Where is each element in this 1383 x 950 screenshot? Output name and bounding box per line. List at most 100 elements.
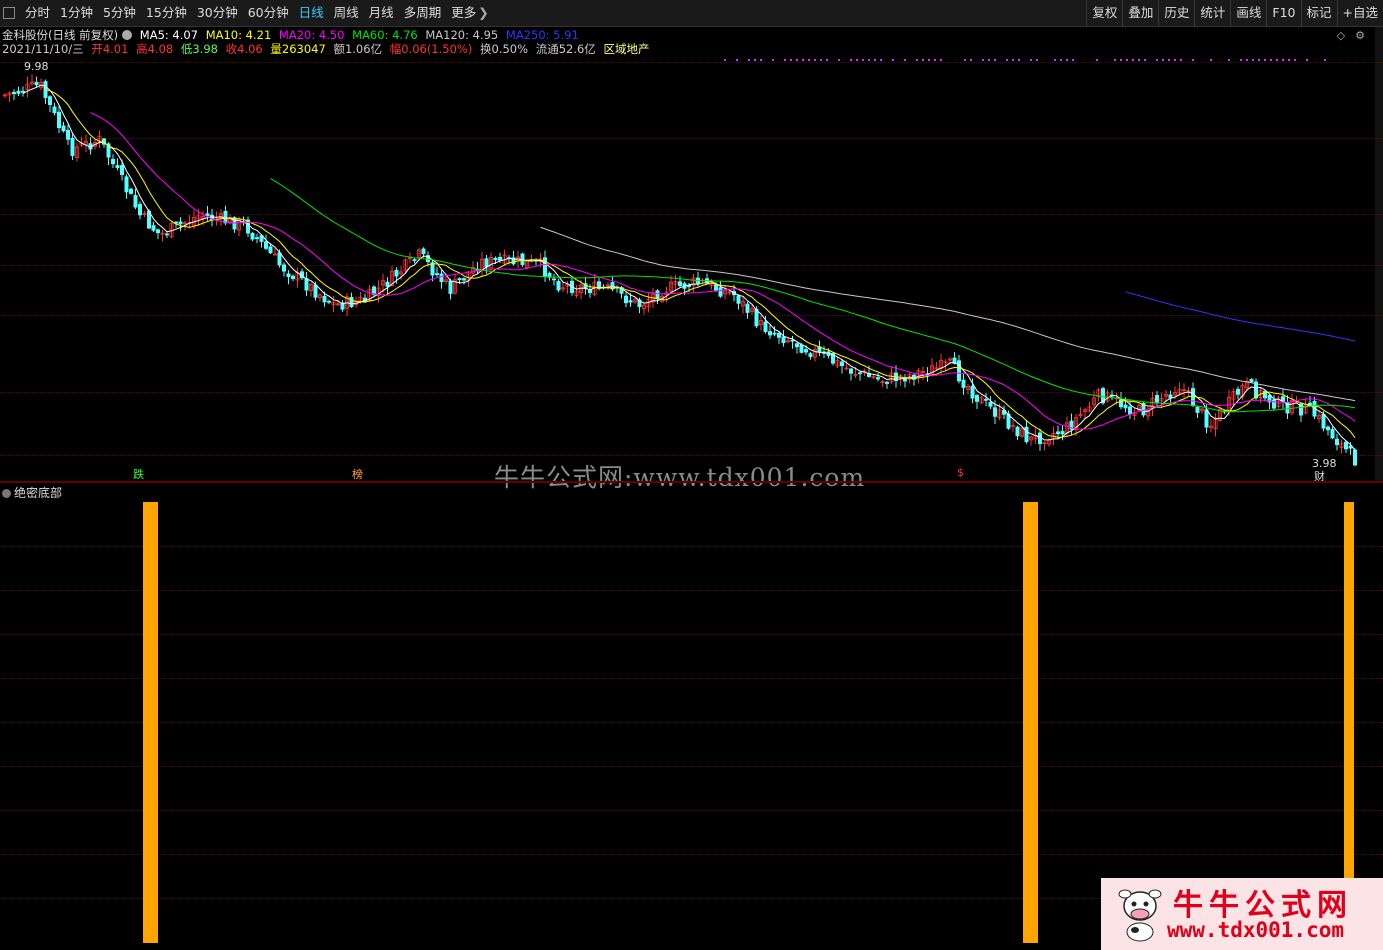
candle-body bbox=[1195, 406, 1200, 413]
chevron-down-icon[interactable] bbox=[2, 489, 11, 498]
candle-body bbox=[768, 331, 773, 336]
candle-body bbox=[1353, 449, 1358, 466]
candle-body bbox=[34, 81, 39, 86]
signal-bar bbox=[1344, 502, 1354, 943]
signal-dot bbox=[1270, 59, 1272, 61]
candle-body bbox=[1060, 431, 1065, 435]
candle-body bbox=[223, 210, 228, 224]
candle-body bbox=[394, 270, 399, 277]
signal-dot bbox=[1288, 59, 1290, 61]
candle-body bbox=[957, 360, 962, 382]
candle-body bbox=[286, 273, 291, 277]
candle-body bbox=[790, 339, 795, 342]
indicator-title[interactable]: 绝密底部 bbox=[2, 484, 62, 501]
signal-dot bbox=[1306, 59, 1308, 61]
moving-average-line bbox=[90, 112, 1356, 430]
signal-dot bbox=[1228, 59, 1230, 61]
grid-line bbox=[0, 678, 1383, 679]
cow-mascot-icon bbox=[1118, 889, 1162, 942]
candle-body bbox=[421, 248, 426, 255]
candle-body bbox=[326, 300, 331, 303]
candle-body bbox=[984, 398, 989, 401]
logo-url: www.tdx001.com bbox=[1167, 918, 1345, 942]
signal-dot bbox=[748, 59, 750, 61]
candle-body bbox=[1326, 426, 1331, 431]
candle-body bbox=[1024, 426, 1029, 443]
signal-dot bbox=[880, 59, 882, 61]
moving-average-line bbox=[270, 178, 1356, 413]
candle-body bbox=[970, 385, 975, 399]
event-marker-bang[interactable]: 榜 bbox=[352, 466, 363, 482]
signal-dot bbox=[1126, 59, 1128, 61]
signal-dot bbox=[988, 59, 990, 61]
signal-dot bbox=[994, 59, 996, 61]
signal-dot bbox=[1246, 59, 1248, 61]
candle-body bbox=[543, 257, 548, 277]
candle-body bbox=[57, 111, 62, 129]
candle-body bbox=[304, 278, 309, 291]
candle-body bbox=[799, 344, 804, 353]
candle-body bbox=[988, 402, 993, 407]
watermark-text: 牛牛公式网:www.tdx001.com bbox=[494, 463, 866, 492]
candle-body bbox=[840, 361, 845, 367]
event-marker-dollar[interactable]: $ bbox=[957, 466, 964, 479]
signal-bar bbox=[1023, 502, 1038, 943]
signal-dot bbox=[922, 59, 924, 61]
indicator-name: 绝密底部 bbox=[14, 486, 63, 500]
candle-body bbox=[975, 394, 980, 402]
candle-body bbox=[322, 295, 327, 303]
candle-body bbox=[250, 233, 255, 240]
candle-body bbox=[430, 262, 435, 276]
candle-body bbox=[795, 343, 800, 348]
candle-body bbox=[439, 273, 444, 283]
signal-dot bbox=[1138, 59, 1140, 61]
signal-dot bbox=[1180, 59, 1182, 61]
grid-line bbox=[0, 634, 1383, 635]
candle-body bbox=[1335, 438, 1340, 446]
signal-dot bbox=[1264, 59, 1266, 61]
moving-average-line bbox=[540, 226, 1356, 402]
signal-dot bbox=[784, 59, 786, 61]
candle-body bbox=[655, 290, 660, 299]
signal-dot bbox=[754, 59, 756, 61]
signal-dot bbox=[1054, 59, 1056, 61]
candle-body bbox=[745, 303, 750, 313]
candle-body bbox=[804, 349, 809, 353]
signal-dot bbox=[814, 59, 816, 61]
signal-dot bbox=[964, 59, 966, 61]
candle-body bbox=[1344, 441, 1349, 450]
candle-body bbox=[412, 259, 417, 262]
signal-dot bbox=[736, 59, 738, 61]
candle-body bbox=[1308, 402, 1313, 405]
signal-dot bbox=[1036, 59, 1038, 61]
candle-body bbox=[556, 281, 561, 291]
candlestick-chart[interactable] bbox=[0, 0, 1383, 481]
signal-dot bbox=[1018, 59, 1020, 61]
candle-body bbox=[1204, 409, 1209, 428]
candle-body bbox=[484, 258, 489, 268]
signal-dot bbox=[772, 59, 774, 61]
grid-line bbox=[0, 810, 1383, 811]
signal-dot bbox=[1012, 59, 1014, 61]
signal-dot bbox=[874, 59, 876, 61]
signal-dot bbox=[1276, 59, 1278, 61]
candle-body bbox=[290, 275, 295, 280]
candle-body bbox=[52, 106, 57, 114]
signal-dot bbox=[892, 59, 894, 61]
event-marker-die[interactable]: 跌 bbox=[133, 466, 144, 482]
signal-dot bbox=[1168, 59, 1170, 61]
signal-dot bbox=[970, 59, 972, 61]
signal-dot bbox=[1072, 59, 1074, 61]
panel-divider[interactable] bbox=[0, 481, 1383, 483]
signal-dot bbox=[1162, 59, 1164, 61]
candle-body bbox=[493, 257, 498, 261]
candle-body bbox=[1168, 394, 1173, 399]
candle-body bbox=[714, 284, 719, 291]
candle-body bbox=[155, 229, 160, 234]
candle-body bbox=[1249, 379, 1254, 383]
candle-body bbox=[115, 165, 120, 168]
signal-dot bbox=[1144, 59, 1146, 61]
candle-body bbox=[678, 281, 683, 286]
grid-line bbox=[0, 854, 1383, 855]
signal-dot bbox=[1030, 59, 1032, 61]
